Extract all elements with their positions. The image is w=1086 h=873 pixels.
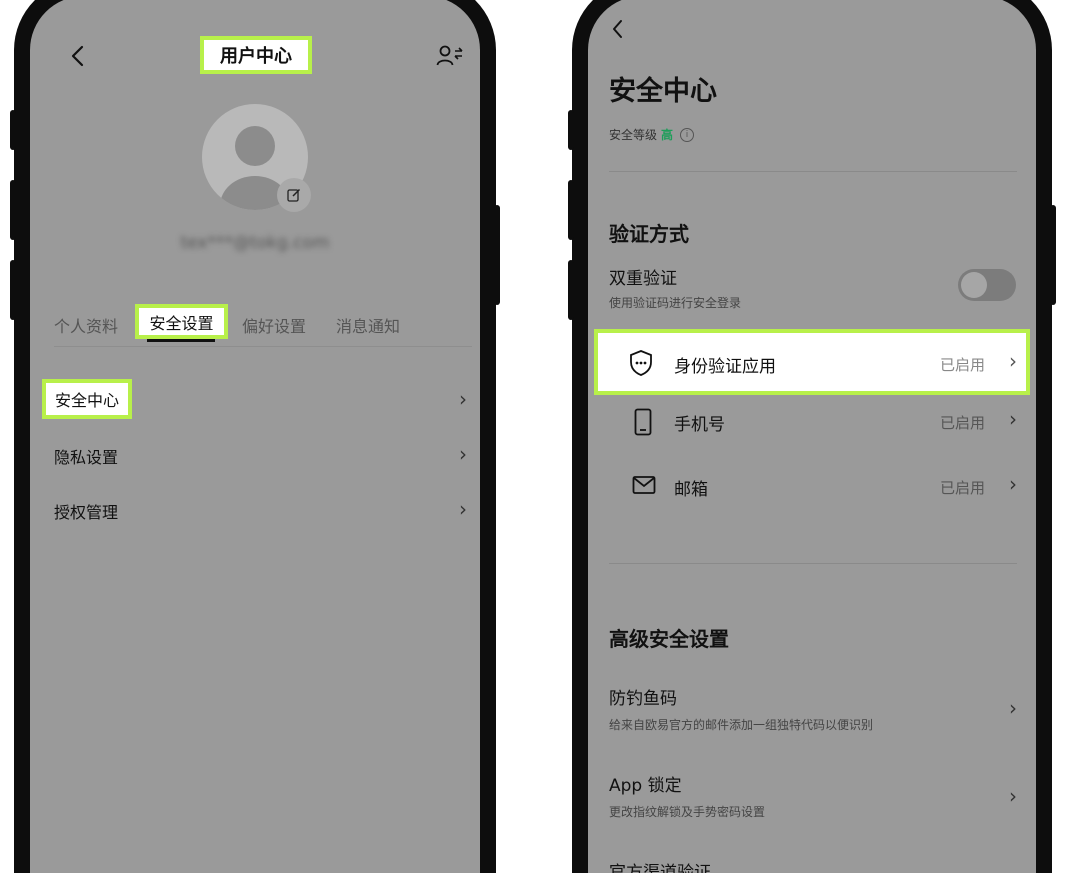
method-row-authenticator[interactable]: 身份验证应用 已启用 ›	[594, 329, 1030, 395]
left-phone-side-button	[10, 260, 16, 320]
tab-notifications[interactable]: 消息通知	[336, 313, 400, 337]
method-status: 已启用	[940, 356, 986, 374]
back-icon[interactable]	[610, 18, 626, 40]
left-phone: 用户中心 tex***@tokg.com 个人资料 安全设置 偏好设置 消息通知…	[14, 0, 496, 873]
advanced-item-official-channel[interactable]: 官方渠道验证 ›	[609, 858, 1029, 873]
method-label: 身份验证应用	[674, 357, 776, 377]
chevron-right-icon: ›	[1009, 472, 1017, 496]
menu-item-privacy[interactable]: 隐私设置	[54, 444, 118, 468]
method-status: 已启用	[940, 479, 986, 497]
security-level-label: 安全等级	[609, 128, 658, 142]
method-label: 邮箱	[674, 480, 708, 500]
chevron-right-icon: ›	[459, 497, 467, 521]
page-title-highlight: 用户中心	[200, 36, 312, 74]
method-status: 已启用	[940, 414, 986, 432]
two-factor-desc: 使用验证码进行安全登录	[609, 296, 742, 310]
chevron-right-icon: ›	[459, 387, 467, 411]
method-row-phone[interactable]: 手机号 已启用 ›	[598, 404, 1028, 452]
tab-security[interactable]: 安全设置	[149, 310, 213, 334]
chevron-right-icon: ›	[1009, 784, 1017, 808]
chevron-right-icon: ›	[1009, 696, 1017, 720]
left-phone-power-button	[494, 205, 500, 305]
security-level: 安全等级 高 i	[609, 126, 695, 143]
tabs-divider	[54, 346, 472, 347]
menu-item-authorization[interactable]: 授权管理	[54, 499, 118, 523]
chevron-right-icon: ›	[1009, 407, 1017, 431]
right-phone-power-button	[1050, 205, 1056, 305]
security-level-value: 高	[661, 128, 674, 142]
two-factor-toggle[interactable]	[958, 269, 1016, 301]
method-row-mail[interactable]: 邮箱 已启用 ›	[598, 469, 1028, 517]
avatar-head	[235, 126, 275, 166]
page-title: 用户中心	[220, 46, 292, 67]
left-phone-side-button	[10, 180, 16, 240]
left-phone-side-button	[10, 110, 16, 150]
switch-user-icon[interactable]	[436, 44, 464, 68]
toggle-knob	[961, 272, 987, 298]
info-icon[interactable]: i	[680, 127, 695, 142]
advanced-item-title: 官方渠道验证	[609, 863, 711, 873]
divider	[609, 563, 1017, 564]
chevron-right-icon: ›	[1009, 349, 1017, 373]
user-email: tex***@tokg.com	[180, 233, 330, 253]
advanced-item-desc: 更改指纹解锁及手势密码设置	[609, 805, 766, 819]
advanced-item-app-lock[interactable]: App 锁定 更改指纹解锁及手势密码设置 ›	[609, 771, 1029, 821]
shield-icon	[628, 349, 654, 377]
right-phone-side-button	[568, 260, 574, 320]
page-title: 安全中心	[609, 76, 717, 107]
advanced-item-anti-phishing[interactable]: 防钓鱼码 给来自欧易官方的邮件添加一组独特代码以便识别 ›	[609, 684, 1029, 734]
tab-security-highlight: 安全设置	[135, 304, 228, 339]
menu-item-security-center[interactable]: 安全中心	[55, 387, 119, 411]
two-factor-title: 双重验证	[609, 269, 677, 289]
right-phone-side-button	[568, 180, 574, 240]
mail-icon	[632, 475, 656, 495]
tab-profile[interactable]: 个人资料	[54, 313, 118, 337]
tab-security-underline	[147, 339, 215, 342]
advanced-item-title: 防钓鱼码	[609, 689, 677, 709]
advanced-item-title: App 锁定	[609, 776, 682, 796]
right-phone-side-button	[568, 110, 574, 150]
method-label: 手机号	[674, 415, 725, 435]
section-title-verify: 验证方式	[609, 222, 689, 246]
divider	[609, 171, 1017, 172]
menu-item-security-center-highlight: 安全中心	[42, 379, 132, 419]
tab-preferences[interactable]: 偏好设置	[242, 313, 306, 337]
back-icon[interactable]	[68, 44, 88, 68]
advanced-item-desc: 给来自欧易官方的邮件添加一组独特代码以便识别	[609, 718, 874, 732]
phone-icon	[634, 408, 652, 436]
chevron-right-icon: ›	[459, 442, 467, 466]
right-phone: 安全中心 安全等级 高 i 验证方式 双重验证 使用验证码进行安全登录 身份验证…	[572, 0, 1052, 873]
edit-icon[interactable]	[277, 178, 311, 212]
section-title-advanced: 高级安全设置	[609, 627, 729, 651]
